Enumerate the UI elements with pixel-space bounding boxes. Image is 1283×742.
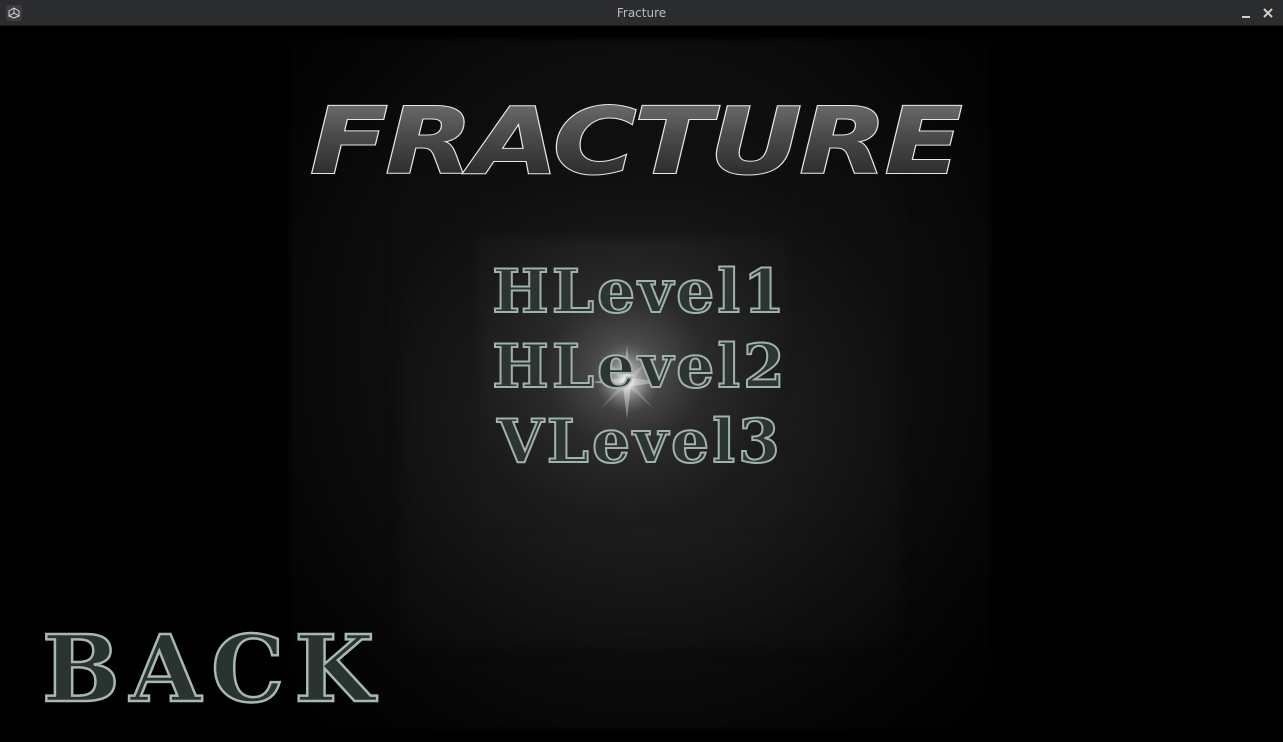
back-button[interactable]: BACK	[41, 618, 384, 721]
minimize-icon	[1242, 16, 1250, 18]
window-title: Fracture	[616, 6, 667, 20]
close-icon	[1263, 8, 1273, 18]
window-titlebar: Fracture	[0, 0, 1283, 26]
game-logo-text: FRACTURE	[310, 89, 961, 189]
level-button-vlevel3[interactable]: VLevel3	[460, 405, 820, 480]
level-select-menu: HLevel1 HLevel2 VLevel3	[460, 255, 820, 480]
close-button[interactable]	[1260, 5, 1276, 21]
level-button-hlevel2[interactable]: HLevel2	[460, 330, 820, 405]
game-viewport: FRACTURE HLevel1 HLevel2 VLevel3 BACK	[0, 27, 1283, 742]
game-logo: FRACTURE	[309, 89, 964, 189]
level-button-hlevel1[interactable]: HLevel1	[460, 255, 820, 330]
minimize-button[interactable]	[1238, 5, 1254, 21]
